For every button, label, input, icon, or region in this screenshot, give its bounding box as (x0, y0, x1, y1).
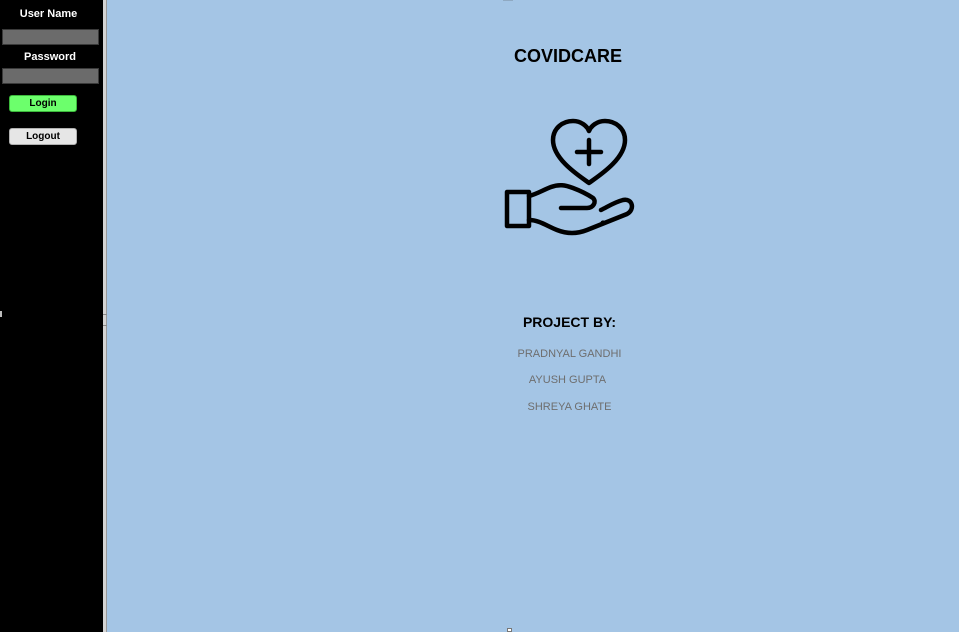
member-name: AYUSH GUPTA (528, 374, 607, 386)
logout-button[interactable]: Logout (9, 128, 77, 145)
login-button[interactable]: Login (9, 95, 77, 112)
page-title: COVIDCARE (513, 46, 622, 66)
password-input[interactable] (2, 68, 99, 84)
username-label: User Name (19, 8, 78, 20)
member-name: SHREYA GHATE (527, 401, 612, 413)
password-label: Password (24, 51, 76, 63)
username-input[interactable] (2, 29, 99, 45)
app-window: User Name Password Login Logout COVIDCAR… (0, 0, 959, 632)
heart-plus-in-hand-icon (504, 118, 635, 236)
member-name: PRADNYAL GANDHI (517, 348, 622, 360)
resize-handle[interactable] (507, 628, 512, 632)
project-by-heading: PROJECT BY: (522, 314, 617, 330)
top-edge-marker (503, 0, 513, 1)
